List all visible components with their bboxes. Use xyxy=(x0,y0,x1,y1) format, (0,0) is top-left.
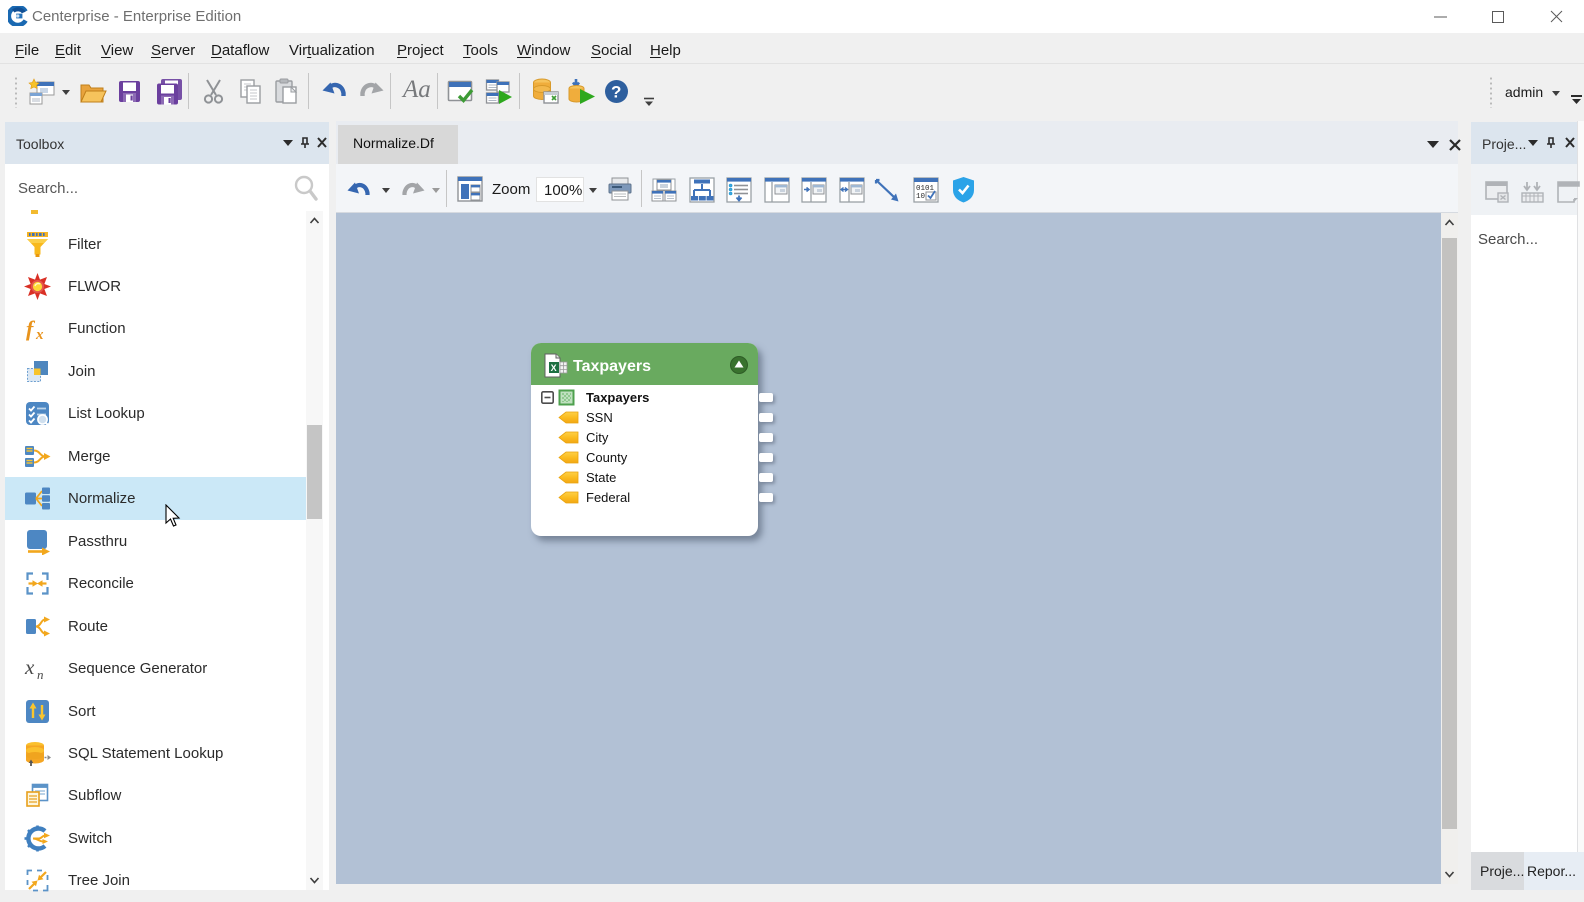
svg-text:x: x xyxy=(24,655,35,679)
svg-text:X: X xyxy=(551,363,557,373)
svg-text:x: x xyxy=(35,327,44,342)
svg-text:n: n xyxy=(37,667,44,682)
svg-text:?: ? xyxy=(611,83,621,102)
svg-text:10: 10 xyxy=(916,193,926,201)
svg-text:f: f xyxy=(26,316,36,341)
